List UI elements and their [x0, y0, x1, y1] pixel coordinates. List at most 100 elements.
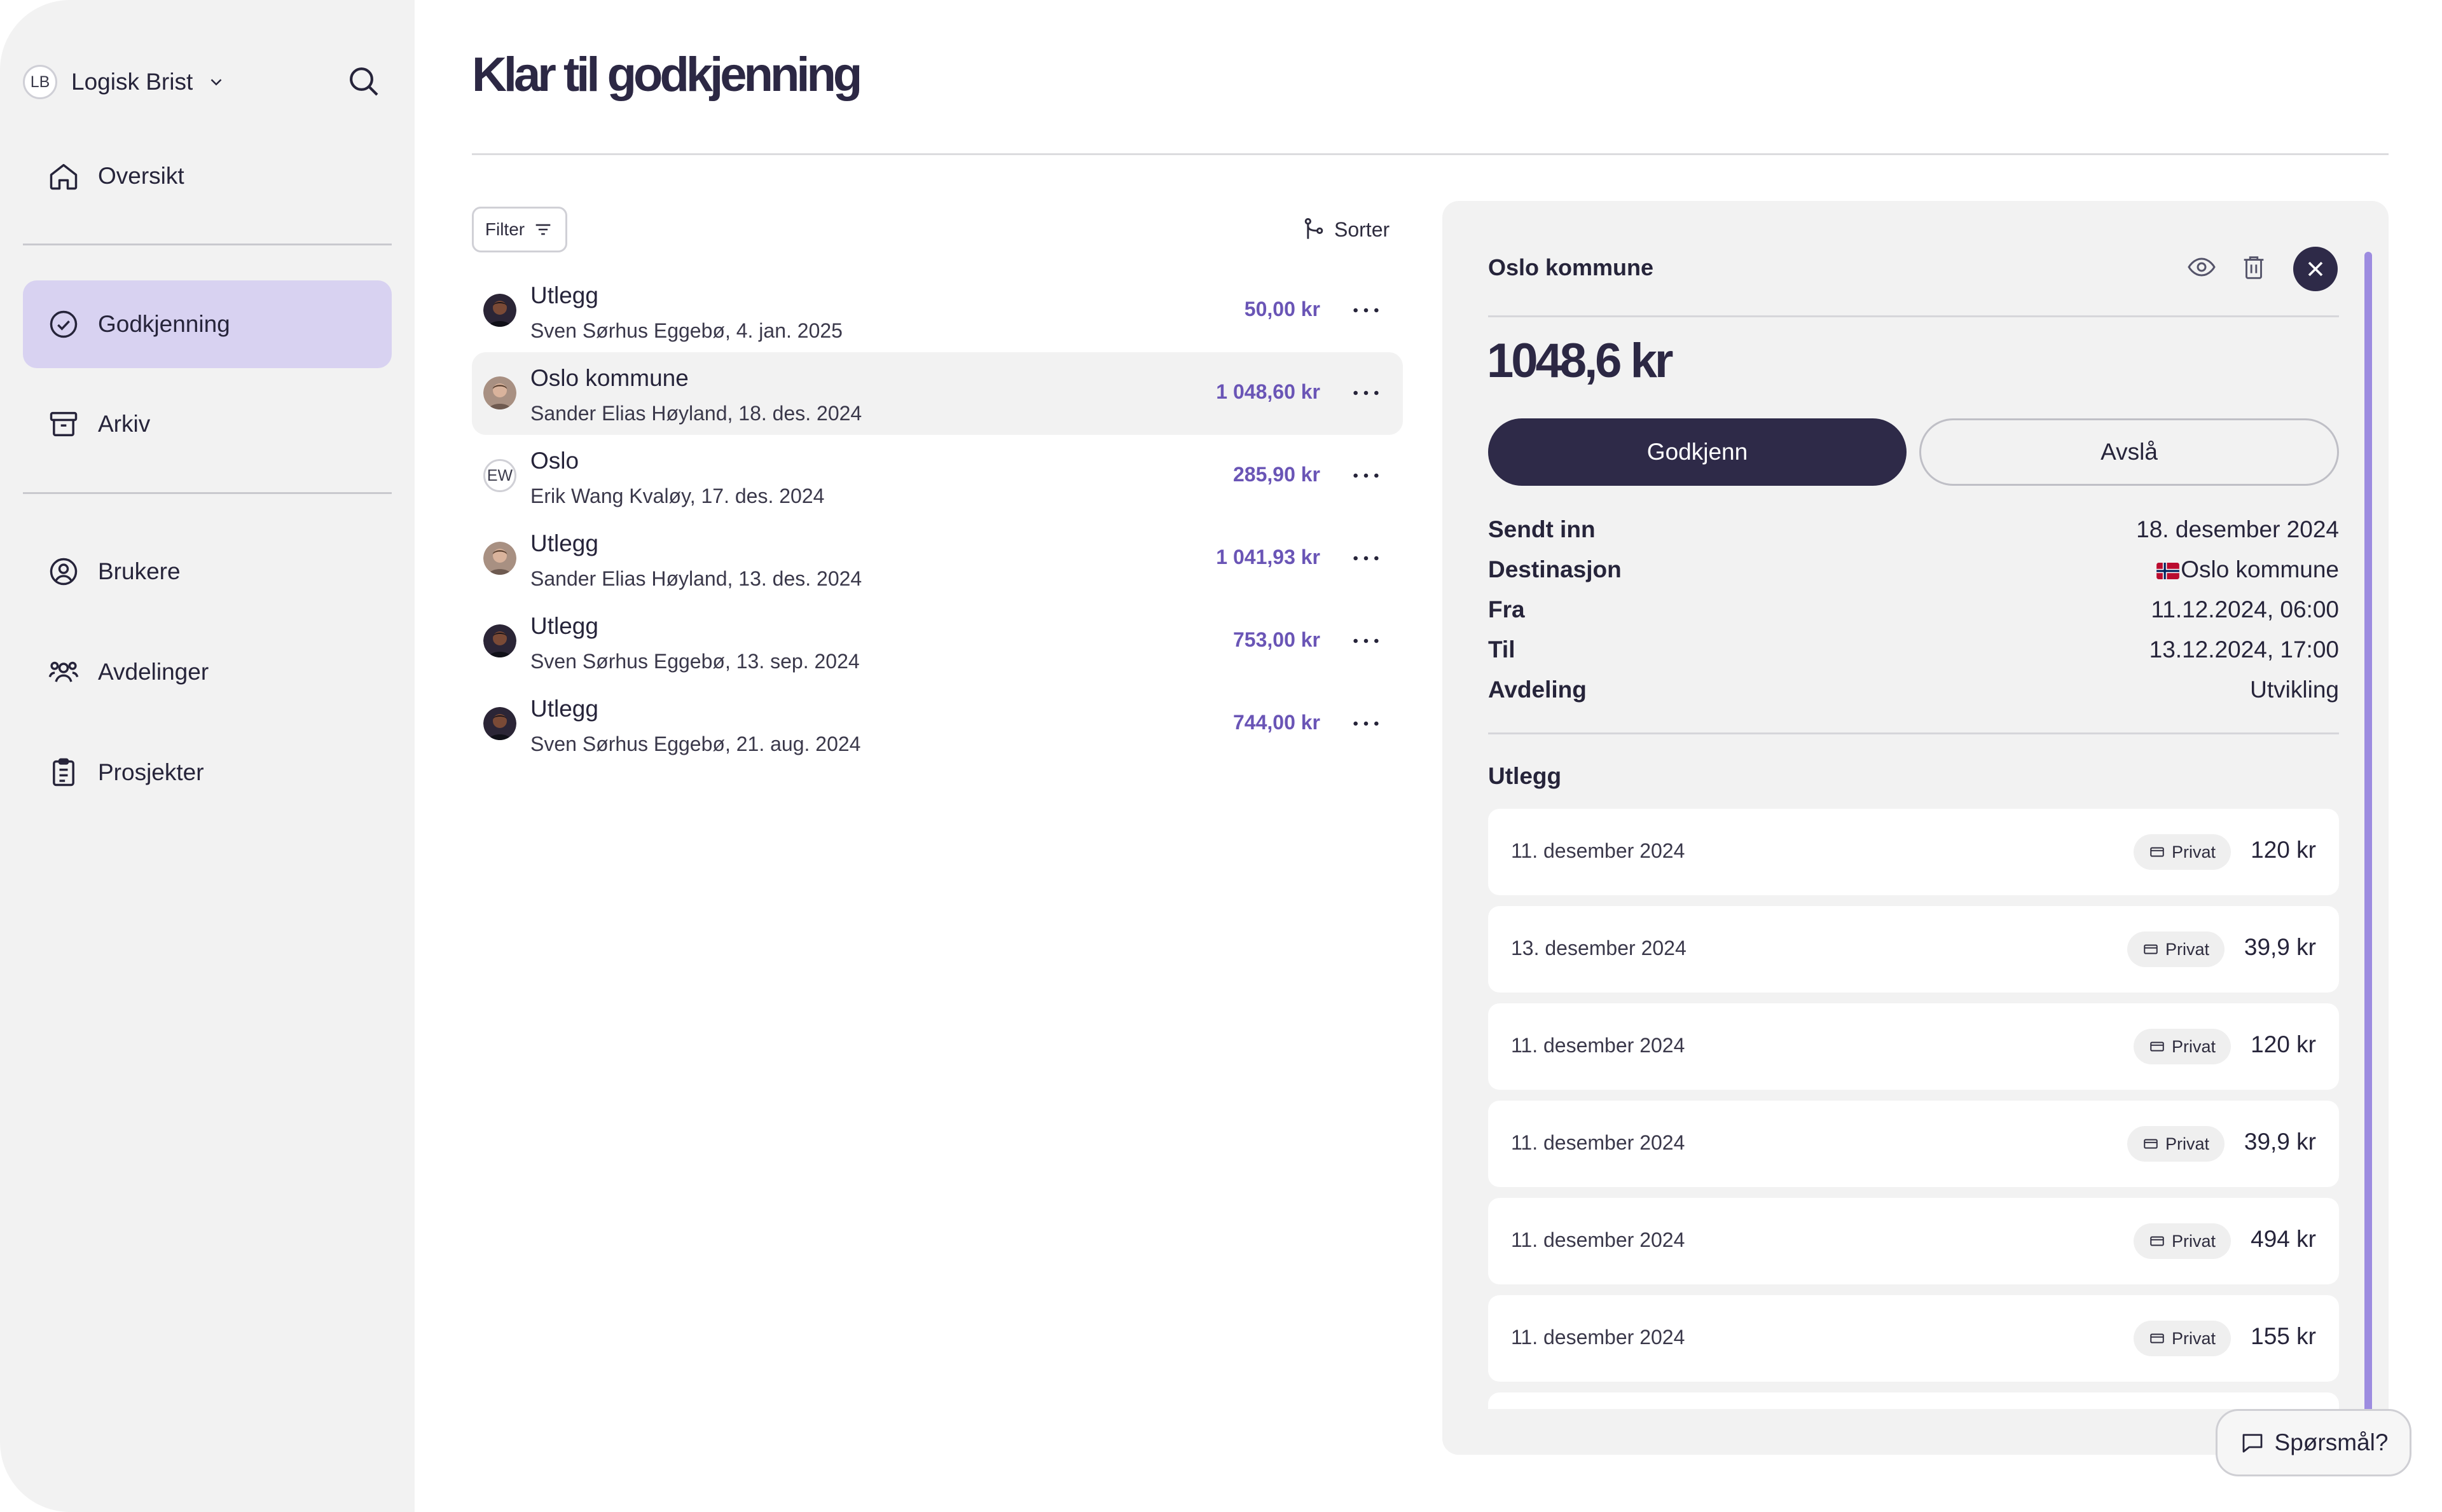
help-button[interactable]: Spørsmål? — [2216, 1409, 2411, 1476]
avatar — [483, 624, 516, 657]
sidebar-item-label: Arkiv — [98, 411, 151, 437]
sidebar-item-brukere[interactable]: Brukere — [23, 528, 392, 615]
destination-name: Oslo kommune — [2181, 556, 2339, 582]
page-title: Klar til godkjenning — [472, 48, 862, 102]
norway-flag-icon — [2156, 563, 2180, 579]
org-switcher[interactable]: LB Logisk Brist — [23, 62, 226, 102]
close-button[interactable] — [2293, 247, 2338, 291]
sidebar-item-oversikt[interactable]: Oversikt — [23, 132, 392, 220]
filter-label: Filter — [485, 219, 525, 239]
expense-date: 11. desember 2024 — [1511, 1034, 1685, 1057]
sidebar-item-arkiv[interactable]: Arkiv — [23, 380, 392, 468]
approval-row[interactable]: Utlegg Sven Sørhus Eggebø, 13. sep. 2024… — [472, 600, 1403, 683]
view-button[interactable] — [2184, 249, 2219, 285]
badge-label: Privat — [2165, 939, 2209, 959]
sidebar-item-avdelinger[interactable]: Avdelinger — [23, 628, 392, 716]
detail-divider — [1488, 315, 2339, 317]
card-icon — [2144, 944, 2158, 954]
expense-amount: 494 kr — [2251, 1226, 2316, 1252]
more-options-button[interactable] — [1348, 540, 1384, 576]
row-title: Oslo kommune — [530, 365, 689, 391]
filter-lines-icon — [535, 224, 551, 235]
ellipsis-icon — [1353, 721, 1379, 726]
info-value: Utvikling — [2250, 677, 2339, 703]
more-options-button[interactable] — [1348, 623, 1384, 659]
filter-button[interactable]: Filter — [472, 207, 567, 252]
avatar — [483, 542, 516, 575]
clipboard-icon — [53, 758, 74, 787]
expense-card[interactable]: 11. desember 2024 Privat 155 kr — [1488, 1295, 2339, 1382]
info-value-with-flag: Oslo kommune — [2156, 556, 2339, 583]
help-label: Spørsmål? — [2274, 1429, 2389, 1455]
sort-branch-icon — [1304, 218, 1323, 239]
expense-card[interactable]: 11. desember 2024 Privat 120 kr — [1488, 809, 2339, 895]
info-value: 18. desember 2024 — [2136, 516, 2339, 542]
approval-list: Utlegg Sven Sørhus Eggebø, 4. jan. 2025 … — [472, 270, 1403, 766]
card-icon — [2150, 1333, 2164, 1344]
expense-amount: 120 kr — [2251, 1031, 2316, 1057]
payment-badge: Privat — [2133, 1029, 2231, 1064]
more-options-button[interactable] — [1348, 292, 1384, 328]
search-button[interactable] — [346, 64, 382, 99]
eye-icon — [2188, 258, 2216, 277]
expenses-section-title: Utlegg — [1488, 763, 1562, 789]
expense-date: 11. desember 2024 — [1511, 1131, 1685, 1154]
badge-label: Privat — [2171, 1231, 2216, 1251]
expense-date: 13. desember 2024 — [1511, 937, 1687, 959]
approve-button[interactable]: Godkjenn — [1488, 418, 1907, 486]
sidebar-item-label: Godkjenning — [98, 311, 230, 337]
row-title: Oslo — [530, 448, 579, 474]
row-amount: 744,00 kr — [1232, 711, 1320, 734]
expense-card[interactable]: 11. desember 2024 Privat 120 kr — [1488, 1003, 2339, 1090]
row-title: Utlegg — [530, 696, 598, 722]
payment-badge: Privat — [2133, 1321, 2231, 1356]
sidebar-item-prosjekter[interactable]: Prosjekter — [23, 729, 392, 816]
org-avatar: LB — [23, 65, 57, 99]
approval-row[interactable]: Utlegg Sven Sørhus Eggebø, 21. aug. 2024… — [472, 683, 1403, 766]
row-subtitle: Erik Wang Kvaløy, 17. des. 2024 — [530, 485, 825, 507]
info-label: Avdeling — [1488, 677, 1587, 703]
check-circle-icon — [50, 310, 78, 338]
archive-icon — [50, 411, 78, 437]
approval-row[interactable]: EW Oslo Erik Wang Kvaløy, 17. des. 2024 … — [472, 435, 1403, 518]
sort-button[interactable]: Sorter — [1300, 211, 1390, 248]
avatar — [483, 294, 516, 327]
expense-card[interactable]: 13. desember 2024 Privat 39,9 kr — [1488, 906, 2339, 993]
row-subtitle: Sander Elias Høyland, 18. des. 2024 — [530, 402, 862, 425]
delete-button[interactable] — [2236, 249, 2272, 285]
approval-row[interactable]: Utlegg Sven Sørhus Eggebø, 4. jan. 2025 … — [472, 270, 1403, 352]
sidebar-item-godkjenning[interactable]: Godkjenning — [23, 280, 392, 368]
card-icon — [2150, 847, 2164, 857]
info-row-fra: Fra 11.12.2024, 06:00 — [1488, 596, 2339, 632]
title-divider — [472, 153, 2389, 155]
more-options-button[interactable] — [1348, 458, 1384, 493]
detail-panel: Oslo kommune 1048,6 kr Godkjenn Avslå Se… — [1442, 201, 2389, 1455]
expense-date: 11. desember 2024 — [1511, 1228, 1685, 1251]
avatar — [483, 707, 516, 740]
detail-title: Oslo kommune — [1488, 254, 1654, 280]
detail-divider — [1488, 732, 2339, 734]
row-subtitle: Sven Sørhus Eggebø, 4. jan. 2025 — [530, 319, 843, 342]
org-name: Logisk Brist — [71, 69, 193, 95]
more-options-button[interactable] — [1348, 375, 1384, 411]
more-options-button[interactable] — [1348, 706, 1384, 741]
reject-button[interactable]: Avslå — [1919, 418, 2339, 486]
info-label: Sendt inn — [1488, 516, 1596, 542]
panel-scrollbar[interactable] — [2364, 252, 2372, 1441]
row-title: Utlegg — [530, 282, 598, 308]
badge-label: Privat — [2171, 842, 2216, 862]
expense-amount: 39,9 kr — [2244, 934, 2316, 960]
users-icon — [48, 661, 79, 682]
ellipsis-icon — [1353, 556, 1379, 561]
sidebar-item-label: Oversikt — [98, 163, 184, 189]
expense-card[interactable]: 11. desember 2024 Privat 494 kr — [1488, 1198, 2339, 1284]
avatar — [483, 376, 516, 409]
expense-card[interactable]: 11. desember 2024 Privat 39,9 kr — [1488, 1101, 2339, 1187]
badge-label: Privat — [2165, 1134, 2209, 1153]
approval-row-selected[interactable]: Oslo kommune Sander Elias Høyland, 18. d… — [472, 352, 1403, 435]
sort-label: Sorter — [1334, 217, 1390, 241]
row-amount: 1 041,93 kr — [1216, 546, 1320, 568]
chevron-down-icon — [210, 79, 222, 86]
approval-row[interactable]: Utlegg Sander Elias Høyland, 13. des. 20… — [472, 518, 1403, 600]
row-title: Utlegg — [530, 613, 598, 639]
